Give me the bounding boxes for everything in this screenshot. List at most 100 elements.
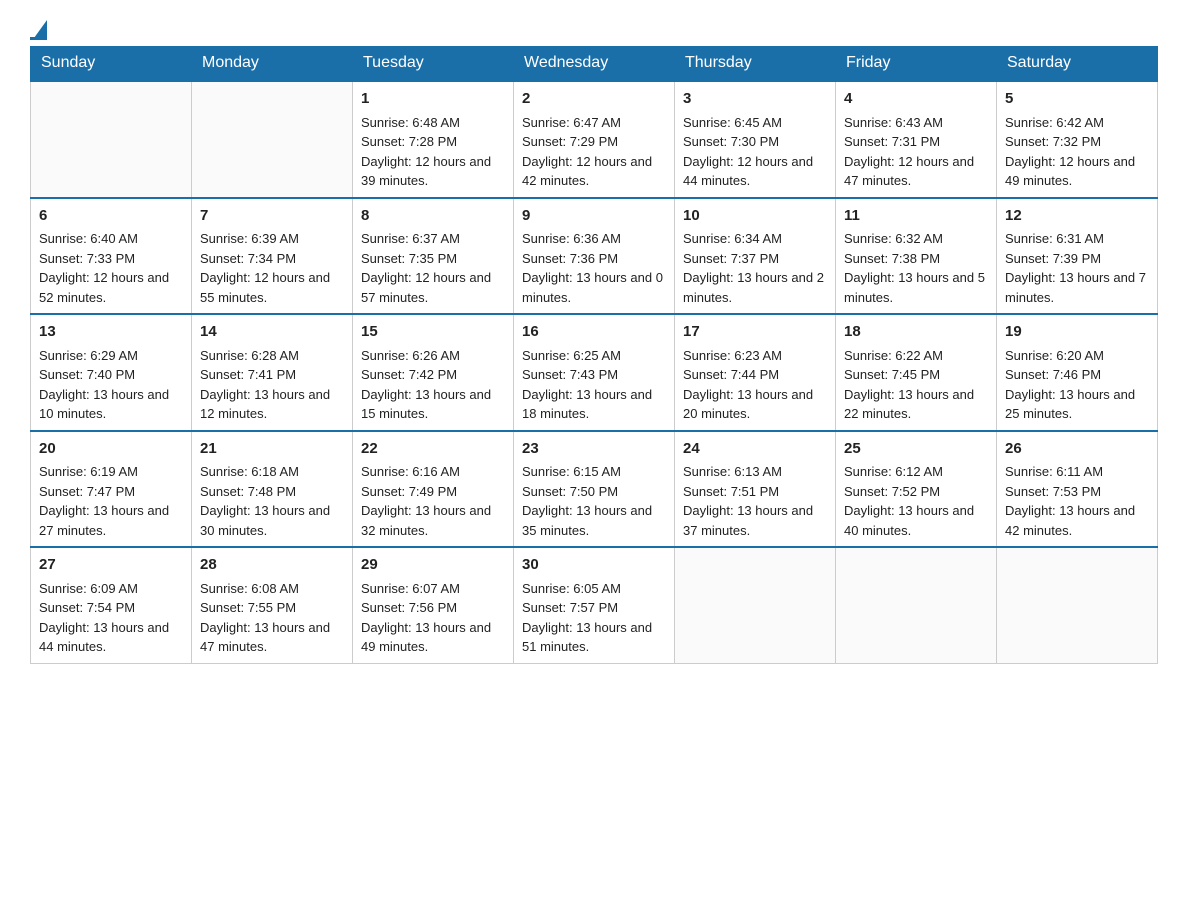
sunrise-text: Sunrise: 6:42 AM	[1005, 113, 1149, 133]
day-number: 11	[844, 205, 988, 228]
day-number: 17	[683, 321, 827, 344]
sunset-text: Sunset: 7:46 PM	[1005, 365, 1149, 385]
daylight-text: Daylight: 13 hours and 0 minutes.	[522, 268, 666, 307]
sunrise-text: Sunrise: 6:09 AM	[39, 579, 183, 599]
logo	[30, 20, 47, 36]
daylight-text: Daylight: 13 hours and 47 minutes.	[200, 618, 344, 657]
calendar-cell: 28Sunrise: 6:08 AMSunset: 7:55 PMDayligh…	[192, 547, 353, 663]
daylight-text: Daylight: 13 hours and 2 minutes.	[683, 268, 827, 307]
calendar-cell: 12Sunrise: 6:31 AMSunset: 7:39 PMDayligh…	[997, 198, 1158, 315]
sunset-text: Sunset: 7:32 PM	[1005, 132, 1149, 152]
day-number: 4	[844, 88, 988, 111]
daylight-text: Daylight: 12 hours and 55 minutes.	[200, 268, 344, 307]
calendar-cell: 21Sunrise: 6:18 AMSunset: 7:48 PMDayligh…	[192, 431, 353, 548]
day-number: 7	[200, 205, 344, 228]
day-number: 30	[522, 554, 666, 577]
logo-triangle-icon	[34, 20, 47, 38]
sunset-text: Sunset: 7:34 PM	[200, 249, 344, 269]
day-number: 23	[522, 438, 666, 461]
calendar-week-row: 6Sunrise: 6:40 AMSunset: 7:33 PMDaylight…	[31, 198, 1158, 315]
sunset-text: Sunset: 7:29 PM	[522, 132, 666, 152]
calendar-cell: 6Sunrise: 6:40 AMSunset: 7:33 PMDaylight…	[31, 198, 192, 315]
day-number: 1	[361, 88, 505, 111]
daylight-text: Daylight: 12 hours and 57 minutes.	[361, 268, 505, 307]
sunset-text: Sunset: 7:52 PM	[844, 482, 988, 502]
sunrise-text: Sunrise: 6:11 AM	[1005, 462, 1149, 482]
daylight-text: Daylight: 13 hours and 40 minutes.	[844, 501, 988, 540]
daylight-text: Daylight: 13 hours and 35 minutes.	[522, 501, 666, 540]
page-header	[30, 20, 1158, 36]
daylight-text: Daylight: 13 hours and 18 minutes.	[522, 385, 666, 424]
sunrise-text: Sunrise: 6:08 AM	[200, 579, 344, 599]
sunset-text: Sunset: 7:54 PM	[39, 598, 183, 618]
sunset-text: Sunset: 7:43 PM	[522, 365, 666, 385]
calendar-cell: 17Sunrise: 6:23 AMSunset: 7:44 PMDayligh…	[675, 314, 836, 431]
day-number: 9	[522, 205, 666, 228]
day-number: 20	[39, 438, 183, 461]
weekday-header: Wednesday	[514, 46, 675, 81]
calendar-week-row: 1Sunrise: 6:48 AMSunset: 7:28 PMDaylight…	[31, 81, 1158, 198]
sunrise-text: Sunrise: 6:47 AM	[522, 113, 666, 133]
sunrise-text: Sunrise: 6:29 AM	[39, 346, 183, 366]
sunset-text: Sunset: 7:39 PM	[1005, 249, 1149, 269]
sunrise-text: Sunrise: 6:23 AM	[683, 346, 827, 366]
day-number: 8	[361, 205, 505, 228]
sunset-text: Sunset: 7:51 PM	[683, 482, 827, 502]
sunrise-text: Sunrise: 6:15 AM	[522, 462, 666, 482]
sunset-text: Sunset: 7:33 PM	[39, 249, 183, 269]
calendar-week-row: 20Sunrise: 6:19 AMSunset: 7:47 PMDayligh…	[31, 431, 1158, 548]
sunset-text: Sunset: 7:30 PM	[683, 132, 827, 152]
sunrise-text: Sunrise: 6:45 AM	[683, 113, 827, 133]
calendar-cell: 4Sunrise: 6:43 AMSunset: 7:31 PMDaylight…	[836, 81, 997, 198]
sunrise-text: Sunrise: 6:28 AM	[200, 346, 344, 366]
sunrise-text: Sunrise: 6:36 AM	[522, 229, 666, 249]
day-number: 13	[39, 321, 183, 344]
day-number: 18	[844, 321, 988, 344]
calendar-cell: 19Sunrise: 6:20 AMSunset: 7:46 PMDayligh…	[997, 314, 1158, 431]
sunrise-text: Sunrise: 6:12 AM	[844, 462, 988, 482]
calendar-cell: 24Sunrise: 6:13 AMSunset: 7:51 PMDayligh…	[675, 431, 836, 548]
weekday-header: Tuesday	[353, 46, 514, 81]
calendar-table: SundayMondayTuesdayWednesdayThursdayFrid…	[30, 46, 1158, 664]
calendar-cell: 30Sunrise: 6:05 AMSunset: 7:57 PMDayligh…	[514, 547, 675, 663]
calendar-cell: 14Sunrise: 6:28 AMSunset: 7:41 PMDayligh…	[192, 314, 353, 431]
daylight-text: Daylight: 13 hours and 44 minutes.	[39, 618, 183, 657]
daylight-text: Daylight: 13 hours and 5 minutes.	[844, 268, 988, 307]
day-number: 2	[522, 88, 666, 111]
calendar-cell: 15Sunrise: 6:26 AMSunset: 7:42 PMDayligh…	[353, 314, 514, 431]
sunset-text: Sunset: 7:40 PM	[39, 365, 183, 385]
sunrise-text: Sunrise: 6:25 AM	[522, 346, 666, 366]
calendar-cell: 16Sunrise: 6:25 AMSunset: 7:43 PMDayligh…	[514, 314, 675, 431]
daylight-text: Daylight: 13 hours and 10 minutes.	[39, 385, 183, 424]
daylight-text: Daylight: 12 hours and 39 minutes.	[361, 152, 505, 191]
daylight-text: Daylight: 13 hours and 37 minutes.	[683, 501, 827, 540]
daylight-text: Daylight: 13 hours and 7 minutes.	[1005, 268, 1149, 307]
sunset-text: Sunset: 7:37 PM	[683, 249, 827, 269]
daylight-text: Daylight: 13 hours and 20 minutes.	[683, 385, 827, 424]
sunrise-text: Sunrise: 6:26 AM	[361, 346, 505, 366]
weekday-header: Thursday	[675, 46, 836, 81]
sunrise-text: Sunrise: 6:39 AM	[200, 229, 344, 249]
calendar-cell: 23Sunrise: 6:15 AMSunset: 7:50 PMDayligh…	[514, 431, 675, 548]
sunrise-text: Sunrise: 6:22 AM	[844, 346, 988, 366]
day-number: 14	[200, 321, 344, 344]
day-number: 3	[683, 88, 827, 111]
calendar-cell: 3Sunrise: 6:45 AMSunset: 7:30 PMDaylight…	[675, 81, 836, 198]
day-number: 26	[1005, 438, 1149, 461]
sunset-text: Sunset: 7:49 PM	[361, 482, 505, 502]
daylight-text: Daylight: 13 hours and 12 minutes.	[200, 385, 344, 424]
day-number: 25	[844, 438, 988, 461]
sunrise-text: Sunrise: 6:07 AM	[361, 579, 505, 599]
weekday-header: Monday	[192, 46, 353, 81]
day-number: 27	[39, 554, 183, 577]
sunset-text: Sunset: 7:44 PM	[683, 365, 827, 385]
sunset-text: Sunset: 7:57 PM	[522, 598, 666, 618]
calendar-header-row: SundayMondayTuesdayWednesdayThursdayFrid…	[31, 46, 1158, 81]
calendar-cell: 25Sunrise: 6:12 AMSunset: 7:52 PMDayligh…	[836, 431, 997, 548]
day-number: 24	[683, 438, 827, 461]
calendar-cell: 29Sunrise: 6:07 AMSunset: 7:56 PMDayligh…	[353, 547, 514, 663]
calendar-cell: 27Sunrise: 6:09 AMSunset: 7:54 PMDayligh…	[31, 547, 192, 663]
weekday-header: Friday	[836, 46, 997, 81]
day-number: 28	[200, 554, 344, 577]
sunset-text: Sunset: 7:42 PM	[361, 365, 505, 385]
